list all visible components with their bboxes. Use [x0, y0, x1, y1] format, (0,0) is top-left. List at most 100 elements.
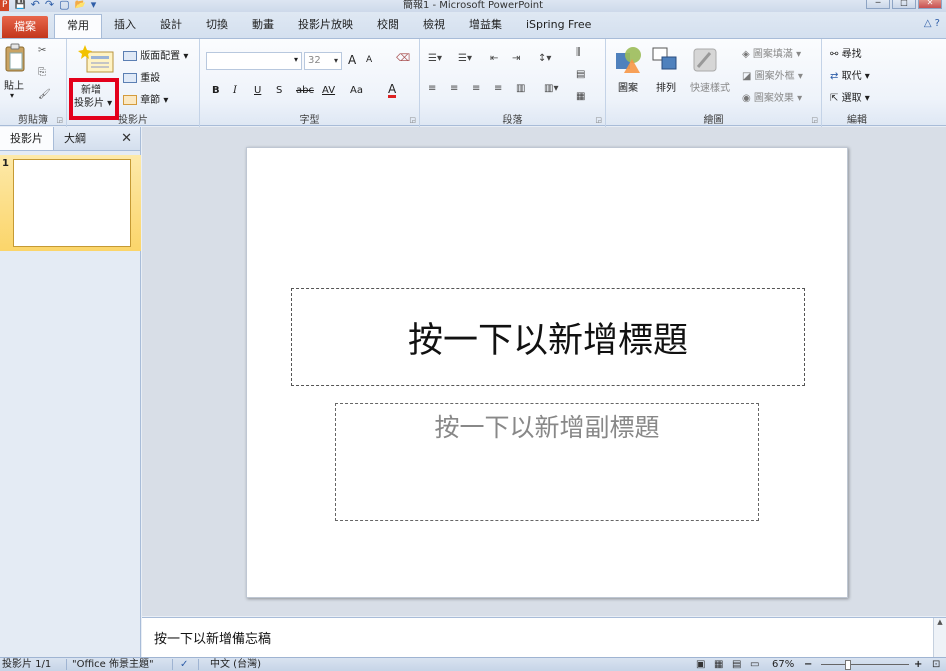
replace-button[interactable]: ⇄ 取代 ▾ — [830, 67, 870, 82]
underline-button[interactable]: U — [254, 85, 261, 96]
section-button[interactable]: 章節 ▾ — [123, 91, 168, 106]
tab-outline-panel[interactable]: 大綱 — [54, 127, 96, 150]
minimize-button[interactable]: ─ — [866, 0, 890, 9]
find-button[interactable]: ⚯ 尋找 — [830, 45, 862, 60]
bullets-icon[interactable]: ☰▾ — [428, 53, 442, 64]
language-status[interactable]: 中文 (台灣) — [210, 658, 261, 671]
tab-animations[interactable]: 動畫 — [240, 14, 286, 38]
tab-insert[interactable]: 插入 — [102, 14, 148, 38]
reset-button[interactable]: 重設 — [123, 69, 160, 84]
shadow-button[interactable]: S — [276, 85, 282, 96]
help-icon[interactable]: △ ? — [924, 18, 940, 29]
font-name-select[interactable]: ▾ — [206, 52, 302, 70]
justify-icon[interactable]: ≡ — [494, 83, 502, 94]
tab-transitions[interactable]: 切換 — [194, 14, 240, 38]
zoom-out-button[interactable]: − — [804, 658, 812, 671]
tab-addins[interactable]: 增益集 — [457, 14, 514, 38]
tab-slides-panel[interactable]: 投影片 — [0, 127, 54, 150]
subtitle-placeholder[interactable]: 按一下以新增副標題 — [335, 403, 759, 521]
tab-review[interactable]: 校閱 — [365, 14, 411, 38]
format-painter-icon[interactable]: 🖌 — [38, 89, 51, 100]
font-name-dropdown-icon: ▾ — [293, 55, 298, 64]
shrink-font-button[interactable]: A — [366, 55, 372, 65]
reading-view-icon[interactable]: ▤ — [732, 658, 741, 671]
quick-styles-label: 快速樣式 — [690, 83, 730, 94]
close-button[interactable]: ✕ — [918, 0, 942, 9]
reset-label: 重設 — [140, 73, 161, 84]
font-group: ▾ 32 ▾ A A ⌫ B I U S abc AV Aa A 字型 ◲ — [200, 39, 420, 127]
slide-thumbnail-row[interactable]: 1 — [0, 155, 141, 251]
fit-slide-icon[interactable]: ⊡ — [932, 658, 940, 671]
grow-font-button[interactable]: A — [348, 53, 356, 67]
window-controls: ─ □ ✕ — [866, 0, 942, 9]
zoom-slider-track[interactable] — [821, 664, 909, 665]
tab-view[interactable]: 檢視 — [411, 14, 457, 38]
tab-design[interactable]: 設計 — [148, 14, 194, 38]
zoom-level[interactable]: 67% — [772, 658, 794, 671]
strikethrough-button[interactable]: abc — [296, 85, 314, 96]
paste-label: 貼上 — [4, 81, 24, 92]
notes-placeholder[interactable]: 按一下以新增備忘稿 — [154, 628, 271, 647]
select-button[interactable]: ⇱ 選取 ▾ — [830, 89, 870, 104]
clear-format-icon[interactable]: ⌫ — [396, 53, 410, 64]
arrange-button[interactable] — [650, 45, 680, 78]
columns-icon[interactable]: ▥▾ — [544, 83, 558, 94]
font-color-button[interactable]: A — [388, 83, 397, 98]
clipboard-launcher-icon[interactable]: ◲ — [56, 116, 63, 124]
cut-icon[interactable]: ✂ — [38, 45, 46, 56]
new-slide-button[interactable] — [73, 43, 119, 81]
zoom-slider-thumb[interactable] — [845, 660, 851, 670]
char-spacing-button[interactable]: AV — [322, 85, 335, 96]
change-case-button[interactable]: Aa — [350, 85, 363, 96]
shape-fill-button[interactable]: ◈ 圖案填滿 ▾ — [742, 45, 801, 60]
shapes-button[interactable] — [614, 45, 644, 78]
paste-button[interactable] — [4, 43, 30, 73]
line-spacing-icon[interactable]: ↕▾ — [538, 53, 551, 64]
slide-canvas[interactable]: 按一下以新增標題 按一下以新增副標題 — [246, 147, 848, 598]
smartart-icon[interactable]: ▦ — [576, 91, 585, 102]
increase-indent-icon[interactable]: ⇥ — [512, 53, 520, 64]
layout-icon — [123, 51, 137, 61]
font-size-select[interactable]: 32 ▾ — [304, 52, 342, 70]
numbering-icon[interactable]: ☰▾ — [458, 53, 472, 64]
paragraph-label: 段落 — [502, 115, 523, 126]
tab-file[interactable]: 檔案 — [2, 16, 48, 38]
shape-effects-button[interactable]: ◉ 圖案效果 ▾ — [742, 89, 802, 104]
font-launcher-icon[interactable]: ◲ — [409, 116, 416, 124]
zoom-in-button[interactable]: + — [914, 658, 922, 671]
slide-editor-area: 按一下以新增標題 按一下以新增副標題 — [142, 127, 946, 616]
distributed-icon[interactable]: ▥ — [516, 83, 525, 94]
text-direction-icon[interactable]: ⫼ — [576, 47, 581, 58]
normal-view-icon[interactable]: ▣ — [696, 658, 705, 671]
slide-sorter-icon[interactable]: ▦ — [714, 658, 723, 671]
shape-outline-button[interactable]: ◪ 圖案外框 ▾ — [742, 67, 803, 82]
tab-slideshow[interactable]: 投影片放映 — [286, 14, 365, 38]
layout-button[interactable]: 版面配置 ▾ — [123, 47, 188, 62]
paste-dropdown-icon[interactable]: ▾ — [10, 91, 14, 100]
drawing-launcher-icon[interactable]: ◲ — [811, 116, 818, 124]
paragraph-launcher-icon[interactable]: ◲ — [595, 116, 602, 124]
spell-check-icon[interactable]: ✓ — [180, 658, 188, 671]
decrease-indent-icon[interactable]: ⇤ — [490, 53, 498, 64]
bold-button[interactable]: B — [212, 85, 220, 96]
status-divider — [66, 659, 67, 670]
align-right-icon[interactable]: ≡ — [472, 83, 480, 94]
align-left-icon[interactable]: ≡ — [428, 83, 436, 94]
slides-panel: 投影片 大綱 ✕ 1 — [0, 127, 141, 657]
close-panel-icon[interactable]: ✕ — [113, 127, 140, 150]
notes-scrollbar[interactable]: ▲ — [933, 618, 946, 658]
status-divider — [172, 659, 173, 670]
editing-label: 編輯 — [847, 115, 867, 126]
align-center-icon[interactable]: ≡ — [450, 83, 458, 94]
maximize-button[interactable]: □ — [892, 0, 916, 9]
notes-pane[interactable]: 按一下以新增備忘稿 ▲ — [142, 617, 946, 658]
italic-button[interactable]: I — [233, 85, 237, 96]
slide-thumbnail[interactable] — [13, 159, 131, 247]
copy-icon[interactable]: ⎘ — [38, 67, 46, 78]
quick-styles-button[interactable] — [690, 45, 720, 78]
title-placeholder[interactable]: 按一下以新增標題 — [291, 288, 805, 386]
align-text-icon[interactable]: ▤ — [576, 69, 585, 80]
slideshow-view-icon[interactable]: ▭ — [750, 658, 759, 671]
tab-home[interactable]: 常用 — [54, 14, 102, 38]
tab-ispring[interactable]: iSpring Free — [514, 14, 603, 38]
